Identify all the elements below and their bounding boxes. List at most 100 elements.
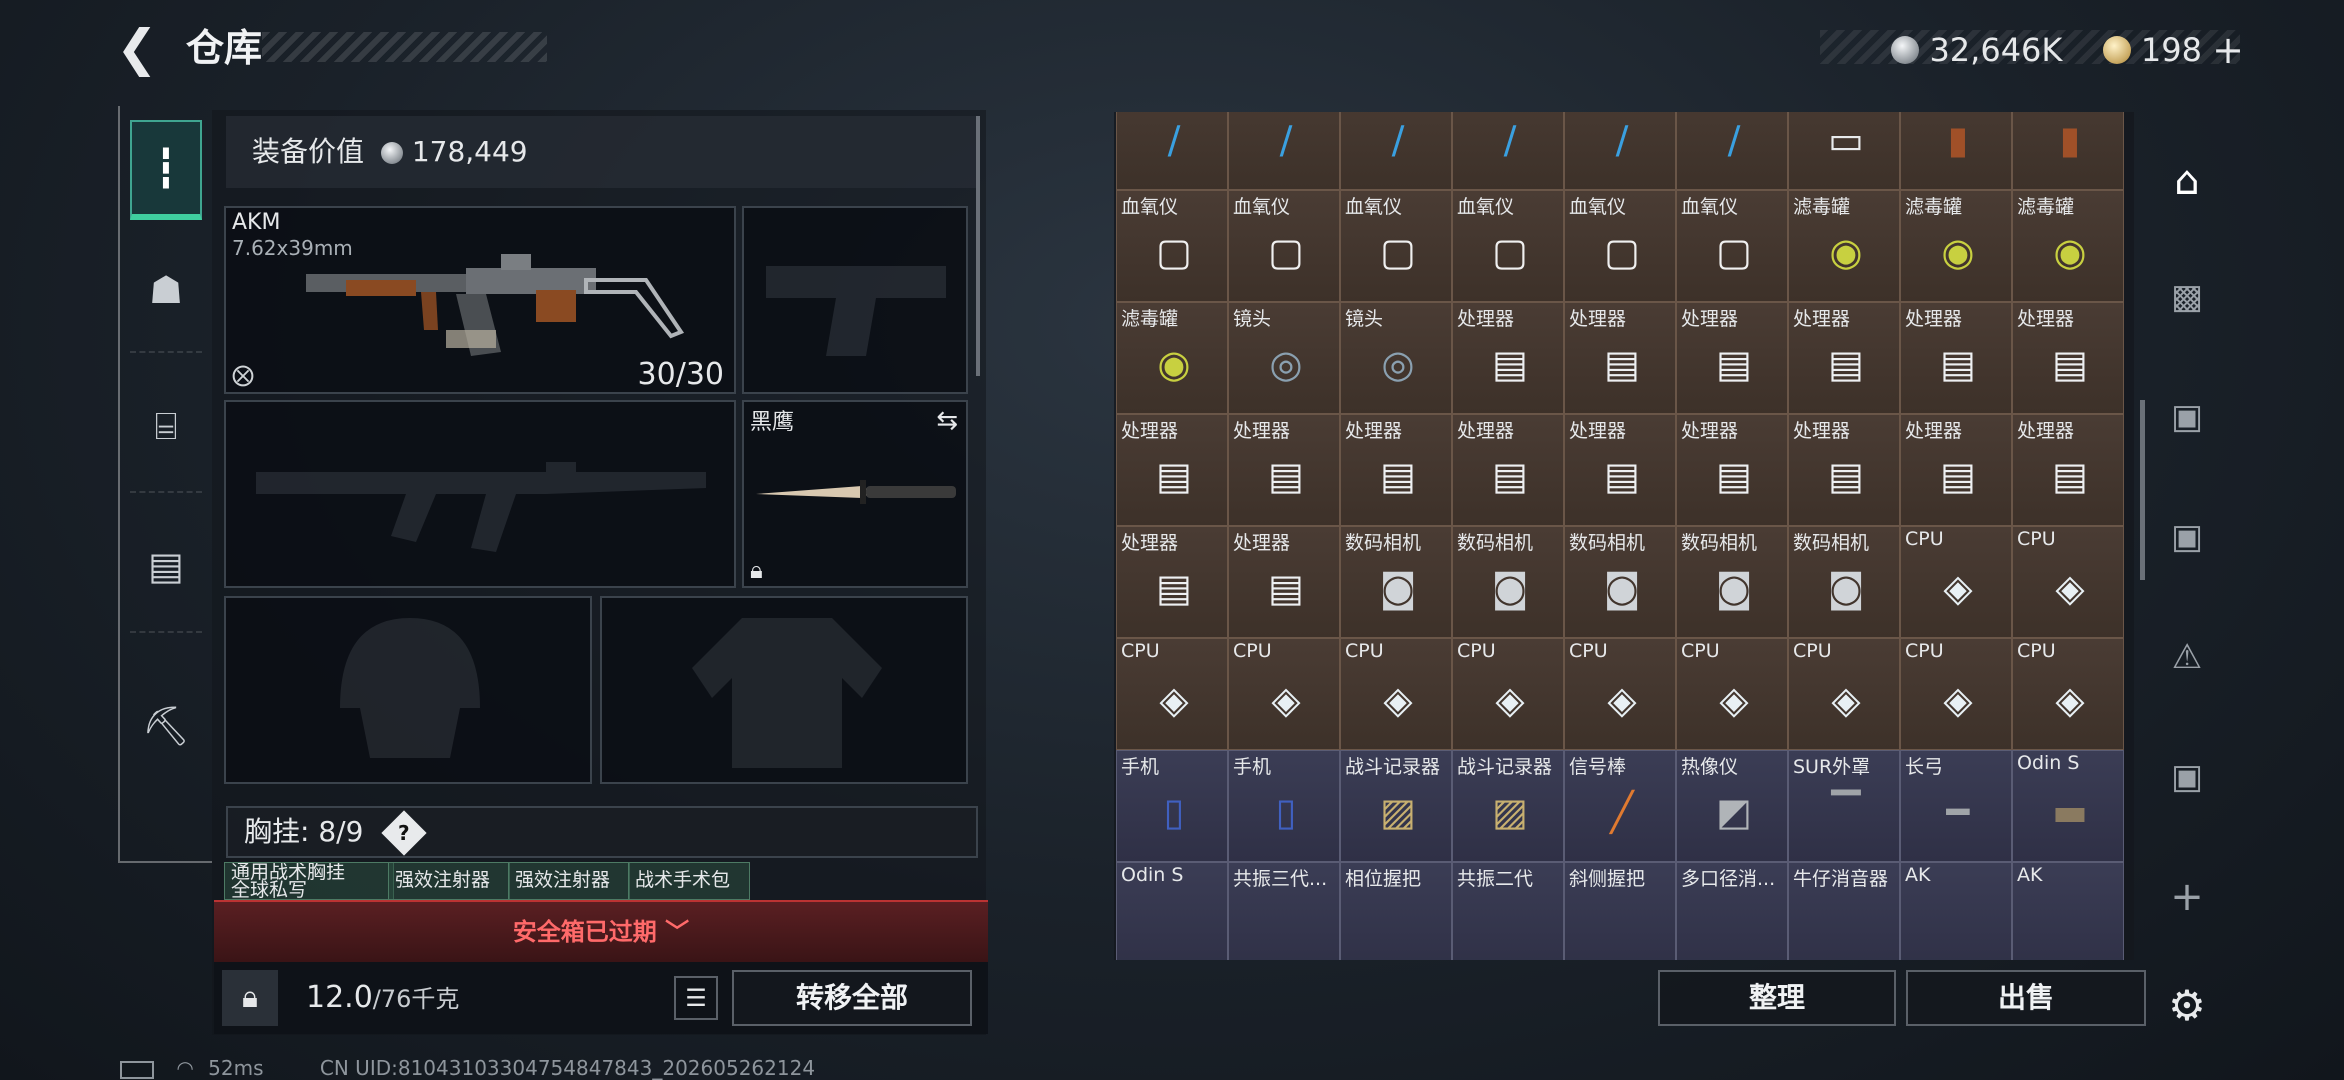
armor-tab-icon[interactable]: ☗ [130,240,202,340]
settings-gear-icon[interactable]: ⚙ [2152,970,2222,1040]
grid-item-cell[interactable]: 数码相机 ◙ [1564,526,1676,638]
grid-item-cell[interactable]: CPU ◈ [1116,638,1228,750]
sell-button[interactable]: 出售 [1906,970,2146,1026]
grid-item-cell[interactable]: 牛仔消音器 [1788,862,1900,960]
grid-item-cell[interactable]: 数码相机 ◙ [1676,526,1788,638]
grid-item-cell[interactable]: 滤毒罐 ◉ [1788,190,1900,302]
secondary-weapon-slot[interactable] [224,400,736,588]
sidearm-slot[interactable] [742,206,968,394]
grid-item-cell[interactable]: CPU ◈ [1900,526,2012,638]
chest-item-chip[interactable]: 通用战术胸挂 全球私写 [224,862,394,900]
organize-button[interactable]: 整理 [1658,970,1896,1026]
grid-item-cell[interactable]: 设计图纸∕ [1228,112,1340,190]
grid-item-cell[interactable]: 镜头 ◎ [1340,302,1452,414]
building-tab-icon[interactable]: ▩ [2152,262,2222,332]
grid-item-cell[interactable]: 处理器 ▤ [1900,414,2012,526]
grid-item-cell[interactable]: 战斗记录器 ▨ [1340,750,1452,862]
grid-item-cell[interactable]: 长弓 ━ [1900,750,2012,862]
grid-item-cell[interactable]: 处理器 ▤ [1116,526,1228,638]
grid-item-cell[interactable]: 血氧仪 ▢ [1340,190,1452,302]
grid-item-cell[interactable]: 设计图纸∕ [1452,112,1564,190]
inventory-grid[interactable]: 设计图纸∕设计图纸∕设计图纸∕设计图纸∕设计图纸∕设计图纸∕定位器▭咖啡▮咖啡▮… [1114,112,2134,960]
body-armor-slot[interactable] [600,596,968,784]
grid-item-cell[interactable]: CPU ◈ [1900,638,2012,750]
grid-item-cell[interactable]: 数码相机 ◙ [1452,526,1564,638]
add-tab-icon[interactable]: + [2152,862,2222,932]
list-view-icon[interactable]: ☰ [674,976,718,1020]
grid-item-cell[interactable]: 血氧仪 ▢ [1116,190,1228,302]
grid-item-cell[interactable]: 处理器 ▤ [1788,414,1900,526]
grid-item-cell[interactable]: 血氧仪 ▢ [1676,190,1788,302]
case-iv-tab-icon[interactable]: ▣ [2152,382,2222,452]
toolbox-tab-icon[interactable]: ⛏ [130,676,202,776]
grid-item-cell[interactable]: 处理器 ▤ [1676,414,1788,526]
grid-item-cell[interactable]: 共振三代... [1228,862,1340,960]
grid-item-cell[interactable]: AK [2012,862,2124,960]
grid-item-cell[interactable]: Odin S [1116,862,1228,960]
grid-item-cell[interactable]: CPU ◈ [1228,638,1340,750]
grid-item-cell[interactable]: 手机 ▯ [1116,750,1228,862]
chest-item-chip[interactable]: 战术手术包 [628,862,750,900]
grid-item-cell[interactable]: 斜侧握把 [1564,862,1676,960]
grid-item-cell[interactable]: 处理器 ▤ [1452,414,1564,526]
helmet-slot[interactable] [224,596,592,784]
grid-item-cell[interactable]: 滤毒罐 ◉ [2012,190,2124,302]
grid-item-cell[interactable]: 血氧仪 ▢ [1564,190,1676,302]
grid-item-cell[interactable]: 热像仪 ◩ [1676,750,1788,862]
grid-item-cell[interactable]: CPU ◈ [2012,638,2124,750]
swap-icon[interactable]: ⇆ [936,406,958,436]
grid-item-cell[interactable]: 共振二代 [1452,862,1564,960]
grid-item-cell[interactable]: 血氧仪 ▢ [1228,190,1340,302]
grid-item-cell[interactable]: 数码相机 ◙ [1340,526,1452,638]
grid-item-cell[interactable]: 处理器 ▤ [1564,414,1676,526]
add-currency-button[interactable]: + [2212,28,2244,72]
chest-rig-row[interactable]: 胸挂: 8/9 ? [226,806,978,858]
grid-item-cell[interactable]: 滤毒罐 ◉ [1900,190,2012,302]
grid-item-cell[interactable]: 处理器 ▤ [1340,414,1452,526]
grid-item-cell[interactable]: 处理器 ▤ [1564,302,1676,414]
help-icon[interactable]: ? [381,810,427,856]
grid-item-cell[interactable]: 咖啡▮ [2012,112,2124,190]
grid-item-cell[interactable]: SUR外罩 ▔ [1788,750,1900,862]
panel-scrollbar[interactable] [976,116,980,376]
backpack-tab-icon[interactable]: ⌸ [130,376,202,476]
weapon-tab-icon[interactable]: ┇ [130,120,202,220]
grid-item-cell[interactable]: 处理器 ▤ [2012,414,2124,526]
container-tab-icon[interactable]: ▤ [130,516,202,616]
chest-item-chip[interactable]: 强效注射器 [508,862,630,900]
grid-item-cell[interactable]: 处理器 ▤ [1788,302,1900,414]
secure-case-expired-banner[interactable]: 安全箱已过期 ﹀ [214,900,988,962]
grid-item-cell[interactable]: 处理器 ▤ [1676,302,1788,414]
grid-item-cell[interactable]: 处理器 ▤ [1228,526,1340,638]
primary-weapon-slot[interactable]: AKM 7.62x39mm ⨂ 30/30 [224,206,736,394]
grid-item-cell[interactable]: 处理器 ▤ [1228,414,1340,526]
grid-item-cell[interactable]: 多口径消... [1676,862,1788,960]
grid-item-cell[interactable]: AK [1900,862,2012,960]
transfer-all-button[interactable]: 转移全部 [732,970,972,1026]
grid-item-cell[interactable]: 数码相机 ◙ [1788,526,1900,638]
grid-item-cell[interactable]: 处理器 ▤ [1452,302,1564,414]
back-arrow-icon[interactable]: ❮ [116,22,162,74]
grid-item-cell[interactable]: CPU ◈ [1340,638,1452,750]
grid-item-cell[interactable]: 设计图纸∕ [1564,112,1676,190]
case-iv-tab-icon[interactable]: ▣ [2152,502,2222,572]
grid-scrollbar[interactable] [2140,400,2145,580]
grid-item-cell[interactable]: 设计图纸∕ [1676,112,1788,190]
grid-item-cell[interactable]: 信号棒 ╱ [1564,750,1676,862]
grid-item-cell[interactable]: 血氧仪 ▢ [1452,190,1564,302]
grid-item-cell[interactable]: 滤毒罐 ◉ [1116,302,1228,414]
warning-case-tab-icon[interactable]: ⚠ [2152,622,2222,692]
grid-item-cell[interactable]: 咖啡▮ [1900,112,2012,190]
grid-item-cell[interactable]: 镜头 ◎ [1228,302,1340,414]
grid-item-cell[interactable]: CPU ◈ [2012,526,2124,638]
grid-item-cell[interactable]: CPU ◈ [1788,638,1900,750]
chest-item-chip[interactable]: 强效注射器 [388,862,510,900]
grid-item-cell[interactable]: CPU ◈ [1564,638,1676,750]
melee-slot[interactable]: 黑鹰 ⇆ 🔒︎ [742,400,968,588]
case-iv-tab-icon[interactable]: ▣ [2152,742,2222,812]
all-items-tab-icon[interactable]: ⌂ [2152,146,2222,216]
grid-item-cell[interactable]: 处理器 ▤ [1116,414,1228,526]
grid-item-cell[interactable]: 处理器 ▤ [2012,302,2124,414]
grid-item-cell[interactable]: 处理器 ▤ [1900,302,2012,414]
grid-item-cell[interactable]: 战斗记录器 ▨ [1452,750,1564,862]
